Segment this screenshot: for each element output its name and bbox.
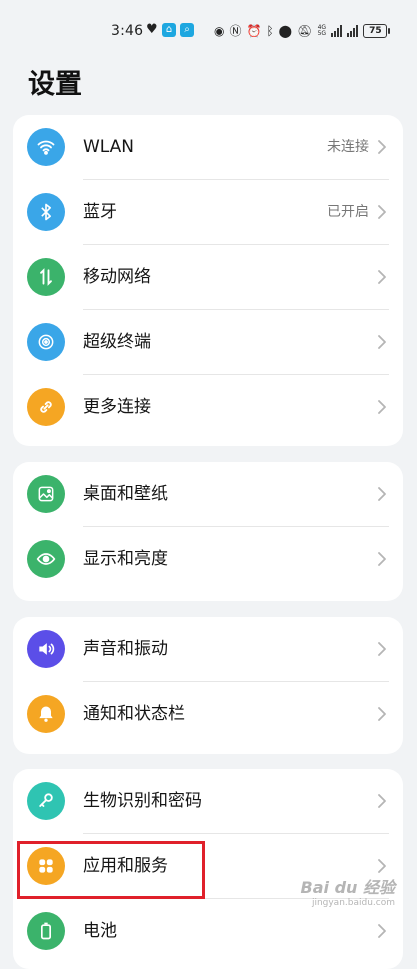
settings-item-label: 超级终端	[83, 332, 151, 352]
watermark: Bai du 经验 jingyan.baidu.com	[300, 878, 395, 908]
super-device-icon	[27, 323, 65, 361]
settings-item-bell[interactable]: 通知和状态栏	[13, 682, 403, 747]
heart-icon: ♥	[146, 22, 158, 37]
eye-status-icon: ◉	[214, 23, 225, 38]
settings-item-speaker[interactable]: 声音和振动	[13, 617, 403, 682]
chevron-right-icon	[377, 334, 387, 350]
page-title: 设置	[28, 69, 82, 100]
eye-icon	[27, 540, 65, 578]
location-icon: ⬤	[278, 23, 293, 38]
chevron-right-icon	[377, 399, 387, 415]
settings-item-mobile-data[interactable]: 移动网络	[13, 245, 403, 310]
speaker-icon	[27, 630, 65, 668]
chevron-right-icon	[377, 486, 387, 502]
settings-item-label: 应用和服务	[83, 856, 168, 876]
mobile-data-icon	[27, 258, 65, 296]
settings-item-label: 桌面和壁纸	[83, 484, 168, 504]
settings-item-super-device[interactable]: 超级终端	[13, 310, 403, 375]
home-icon: ⌂	[162, 23, 176, 37]
battery-status-icon: 75	[363, 23, 391, 38]
settings-item-value: 已开启	[327, 204, 369, 220]
wifi-icon	[27, 128, 65, 166]
settings-item-eye[interactable]: 显示和亮度	[13, 527, 403, 592]
chevron-right-icon	[377, 269, 387, 285]
status-icons: ◉ Ⓝ ⏰ ᛒ ⬤ 🔕︎ 4G 5G 75	[214, 22, 391, 39]
chevron-right-icon	[377, 641, 387, 657]
bluetooth-status-icon: ᛒ	[266, 23, 274, 38]
settings-item-label: WLAN	[83, 137, 135, 157]
bluetooth-icon	[27, 193, 65, 231]
chevron-right-icon	[377, 706, 387, 722]
settings-item-label: 显示和亮度	[83, 549, 168, 569]
battery-icon	[27, 912, 65, 950]
chevron-right-icon	[377, 793, 387, 809]
alarm-icon: ⏰	[246, 23, 262, 38]
settings-item-wifi[interactable]: WLAN 未连接	[13, 115, 403, 180]
settings-item-label: 生物识别和密码	[83, 791, 202, 811]
status-time: 3:46	[111, 23, 144, 39]
mute-icon: 🔕︎	[297, 23, 313, 38]
settings-item-link[interactable]: 更多连接	[13, 375, 403, 440]
settings-group-security-apps: 生物识别和密码 应用和服务电池	[13, 769, 403, 969]
link-icon	[27, 388, 65, 426]
chevron-right-icon	[377, 139, 387, 155]
settings-group-connectivity: WLAN 未连接蓝牙 已开启移动网络超级终端更多连接	[13, 115, 403, 446]
signal-icon	[331, 24, 343, 37]
net-type-label: 4G 5G	[317, 23, 327, 37]
search-icon: ⌕	[180, 23, 194, 37]
signal-icon-2	[347, 24, 359, 37]
settings-item-battery[interactable]: 电池	[13, 899, 403, 964]
settings-item-label: 移动网络	[83, 267, 151, 287]
wallpaper-icon	[27, 475, 65, 513]
settings-group-sound: 声音和振动通知和状态栏	[13, 617, 403, 754]
settings-item-label: 通知和状态栏	[83, 704, 185, 724]
settings-item-wallpaper[interactable]: 桌面和壁纸	[13, 462, 403, 527]
settings-item-value: 未连接	[327, 139, 369, 155]
settings-item-label: 更多连接	[83, 397, 151, 417]
settings-item-label: 电池	[83, 921, 117, 941]
settings-group-display: 桌面和壁纸显示和亮度	[13, 462, 403, 601]
chevron-right-icon	[377, 923, 387, 939]
settings-item-label: 蓝牙	[83, 202, 117, 222]
settings-item-key[interactable]: 生物识别和密码	[13, 769, 403, 834]
settings-item-bluetooth[interactable]: 蓝牙 已开启	[13, 180, 403, 245]
status-bar: 3:46 ♥ ⌂ ⌕ ◉ Ⓝ ⏰ ᛒ ⬤ 🔕︎ 4G 5G 75	[0, 0, 417, 62]
key-icon	[27, 782, 65, 820]
nfc-icon: Ⓝ	[229, 24, 242, 38]
apps-icon	[27, 847, 65, 885]
chevron-right-icon	[377, 204, 387, 220]
bell-icon	[27, 695, 65, 733]
chevron-right-icon	[377, 858, 387, 874]
settings-item-label: 声音和振动	[83, 639, 168, 659]
chevron-right-icon	[377, 551, 387, 567]
